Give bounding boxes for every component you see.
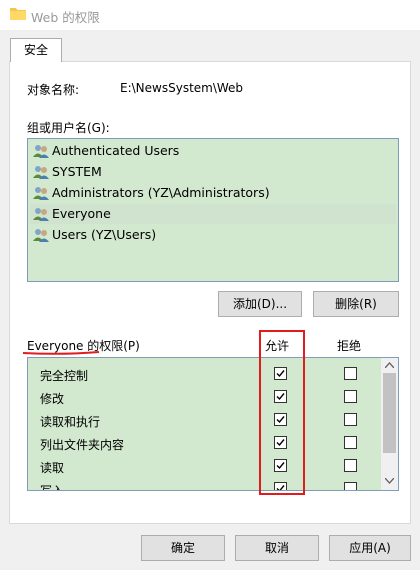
group-item-label: Authenticated Users bbox=[52, 143, 180, 158]
users-icon bbox=[33, 145, 49, 158]
deny-checkbox[interactable] bbox=[344, 482, 357, 490]
tab-security[interactable]: 安全 bbox=[10, 38, 62, 62]
permission-row: 修改 bbox=[28, 385, 380, 408]
group-item-label: Users (YZ\Users) bbox=[52, 227, 157, 242]
add-button[interactable]: 添加(D)... bbox=[218, 291, 302, 317]
permission-name: 列出文件夹内容 bbox=[40, 438, 125, 452]
apply-button[interactable]: 应用(A) bbox=[329, 535, 411, 561]
users-icon bbox=[33, 229, 49, 242]
scroll-thumb[interactable] bbox=[383, 373, 396, 453]
folder-icon bbox=[10, 8, 26, 20]
deny-checkbox[interactable] bbox=[344, 413, 357, 426]
permission-name: 写入 bbox=[40, 484, 65, 491]
deny-checkbox[interactable] bbox=[344, 367, 357, 380]
group-item-label: Administrators (YZ\Administrators) bbox=[52, 185, 270, 200]
deny-header: 拒绝 bbox=[337, 339, 362, 353]
group-item[interactable]: Administrators (YZ\Administrators) bbox=[30, 183, 396, 203]
permission-name: 完全控制 bbox=[40, 369, 89, 383]
remove-button[interactable]: 删除(R) bbox=[313, 291, 399, 317]
group-item-label: SYSTEM bbox=[52, 164, 102, 179]
deny-checkbox[interactable] bbox=[344, 436, 357, 449]
deny-checkbox[interactable] bbox=[344, 459, 357, 472]
permission-row: 读取 bbox=[28, 454, 380, 477]
users-icon bbox=[33, 208, 49, 221]
permission-row: 列出文件夹内容 bbox=[28, 431, 380, 454]
group-item[interactable]: Users (YZ\Users) bbox=[30, 225, 396, 245]
permissions-table: 完全控制修改读取和执行列出文件夹内容 读取写入 bbox=[27, 357, 399, 491]
object-name-label: 对象名称: bbox=[27, 83, 80, 97]
permission-name: 修改 bbox=[40, 392, 65, 406]
annotation-underline bbox=[22, 351, 100, 355]
group-item[interactable]: SYSTEM bbox=[30, 162, 396, 182]
ok-button[interactable]: 确定 bbox=[141, 535, 225, 561]
title-bar: Web 的权限 bbox=[0, 0, 420, 30]
scroll-up-icon[interactable] bbox=[385, 362, 394, 368]
scroll-down-icon[interactable] bbox=[385, 478, 394, 484]
group-item[interactable]: Authenticated Users bbox=[30, 141, 396, 161]
permissions-scrollbar[interactable] bbox=[381, 358, 398, 490]
object-name-value: E:\NewsSystem\Web bbox=[120, 81, 244, 95]
users-icon bbox=[33, 166, 49, 179]
groups-label: 组或用户名(G): bbox=[27, 121, 110, 135]
cancel-button[interactable]: 取消 bbox=[235, 535, 319, 561]
group-item-label: Everyone bbox=[52, 206, 111, 221]
deny-checkbox[interactable] bbox=[344, 390, 357, 403]
permission-row: 完全控制 bbox=[28, 362, 380, 385]
permission-row: 写入 bbox=[28, 477, 380, 491]
permission-name: 读取 bbox=[40, 461, 65, 475]
groups-list[interactable]: Authenticated Users SYSTEM Administrators … bbox=[27, 138, 399, 282]
group-item[interactable]: Everyone bbox=[30, 204, 396, 224]
window-title: Web 的权限 bbox=[31, 10, 100, 25]
permission-name: 读取和执行 bbox=[40, 415, 101, 429]
users-icon bbox=[33, 187, 49, 200]
annotation-allow-box bbox=[259, 330, 305, 495]
permission-row: 读取和执行 bbox=[28, 408, 380, 431]
